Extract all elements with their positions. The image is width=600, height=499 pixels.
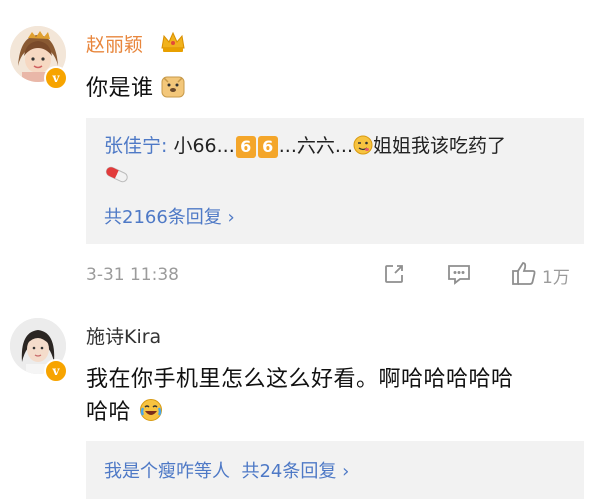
laugh-cry-emoji-icon xyxy=(139,398,163,428)
comment-text-2-line1: 我在你手机里怎么这么好看。啊哈哈哈哈哈 xyxy=(86,367,514,392)
reply-line-1: 张佳宁: 小66... 6 6 ...六六... 姐姐我该吃药了 xyxy=(104,131,506,160)
comment-text-1: 你是谁 xyxy=(86,70,185,105)
reply-count-link-2[interactable]: 我是个瘦咋等人 共24条回复 › xyxy=(104,457,349,483)
wink-emoji-icon xyxy=(353,135,373,160)
pill-emoji-icon xyxy=(104,164,130,188)
timestamp-1: 3-31 11:38 xyxy=(86,265,179,285)
emoji-box-6: 6 xyxy=(257,135,278,158)
like-count: 1万 xyxy=(542,267,570,288)
doge-emoji-icon xyxy=(161,75,185,105)
crown-icon xyxy=(160,30,186,54)
reply-count-link-1[interactable]: 共2166条回复 › xyxy=(104,203,235,229)
verified-badge-icon: v xyxy=(44,359,68,383)
comment-icon[interactable] xyxy=(446,262,472,290)
share-icon[interactable] xyxy=(382,262,406,290)
emoji-box-6: 6 xyxy=(235,135,256,158)
username-zhaoliying[interactable]: 赵丽颖 xyxy=(86,30,143,57)
verified-badge-icon: v xyxy=(44,66,68,90)
like-icon xyxy=(510,260,538,290)
like-button[interactable]: 1万 xyxy=(510,260,570,290)
username-shishi[interactable]: 施诗Kira xyxy=(86,322,161,349)
comment-text-2-line2: 哈哈 xyxy=(86,394,163,428)
reply-author-link[interactable]: 张佳宁: xyxy=(104,135,167,157)
